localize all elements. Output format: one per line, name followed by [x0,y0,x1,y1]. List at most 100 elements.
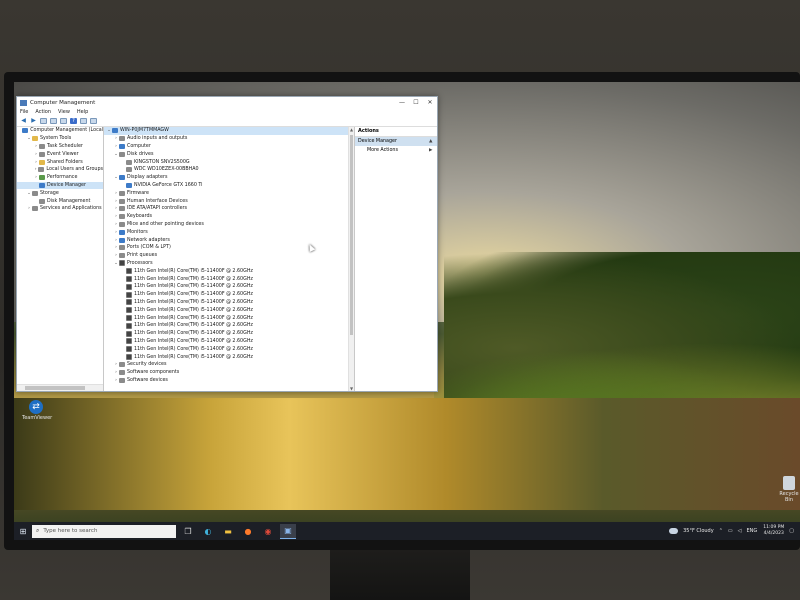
windows-start-icon[interactable]: ⊞ [14,527,32,536]
firefox-icon[interactable]: ● [240,524,256,538]
device-tree-row[interactable]: KINGSTON SNV2S500G [104,158,354,166]
console-tree-row[interactable]: › Performance [17,174,103,182]
notifications-icon[interactable]: ▢ [789,528,794,534]
scan-hardware-icon[interactable] [80,118,87,124]
console-tree-node-icon [39,151,45,157]
show-hide-tree-icon[interactable] [50,118,57,124]
help-icon[interactable]: ? [70,118,77,124]
device-scroll-thumb[interactable] [350,135,353,335]
computer-management-window[interactable]: Computer Management — ☐ ✕ File Action Vi… [16,96,438,392]
device-tree-row[interactable]: 11th Gen Intel(R) Core(TM) i5-11400F @ 2… [104,283,354,291]
device-tree-row[interactable]: › Keyboards [104,213,354,221]
desktop-icon-recycle-bin[interactable]: Recycle Bin [776,476,800,503]
device-tree-row[interactable]: › Software components [104,369,354,377]
device-tree-row[interactable]: 11th Gen Intel(R) Core(TM) i5-11400F @ 2… [104,345,354,353]
device-tree-row[interactable]: › Firmware [104,189,354,197]
device-tree-node-icon [126,330,132,337]
console-tree-row[interactable]: › Local Users and Groups [17,166,103,174]
console-tree-row[interactable]: Disk Management [17,197,103,205]
device-tree-row[interactable]: › Human Interface Devices [104,197,354,205]
device-tree-row[interactable]: › Audio inputs and outputs [104,135,354,143]
close-button[interactable]: ✕ [423,99,437,106]
device-tree-row[interactable]: ⌄ Processors [104,260,354,268]
language-indicator[interactable]: ENG [746,528,757,534]
device-tree-label: 11th Gen Intel(R) Core(TM) i5-11400F @ 2… [134,338,253,344]
device-tree-row[interactable]: ⌄ Disk drives [104,150,354,158]
back-arrow-icon[interactable]: ◀ [20,118,27,124]
console-tree-label: Task Scheduler [47,143,83,149]
up-level-icon[interactable] [40,118,47,124]
menu-file[interactable]: File [20,109,28,115]
console-tree-label: Storage [40,190,59,196]
device-tree-row[interactable]: › Print queues [104,252,354,260]
device-tree-row[interactable]: 11th Gen Intel(R) Core(TM) i5-11400F @ 2… [104,353,354,361]
actions-device-manager[interactable]: Device Manager ▲ [355,137,437,146]
device-tree-row[interactable]: › IDE ATA/ATAPI controllers [104,205,354,213]
scroll-up-icon[interactable]: ▲ [349,127,354,132]
device-tree-row[interactable]: NVIDIA GeForce GTX 1660 Ti [104,182,354,190]
left-scroll-thumb[interactable] [25,386,85,390]
menu-help[interactable]: Help [77,109,88,115]
device-tree-row[interactable]: 11th Gen Intel(R) Core(TM) i5-11400F @ 2… [104,314,354,322]
menu-action[interactable]: Action [35,109,51,115]
console-tree-row[interactable]: › Task Scheduler [17,143,103,151]
device-tree-row[interactable]: 11th Gen Intel(R) Core(TM) i5-11400F @ 2… [104,275,354,283]
device-tree-row[interactable]: 11th Gen Intel(R) Core(TM) i5-11400F @ 2… [104,322,354,330]
weather-text[interactable]: 35°F Cloudy [683,528,714,534]
weather-cloud-icon[interactable] [669,528,679,534]
taskbar-search-box[interactable]: ⌕ Type here to search [32,524,176,538]
device-tree-row[interactable]: › Mice and other pointing devices [104,221,354,229]
console-tree-row[interactable]: › Services and Applications [17,205,103,213]
device-tree-row[interactable]: 11th Gen Intel(R) Core(TM) i5-11400F @ 2… [104,299,354,307]
search-icon: ⌕ [36,527,40,534]
network-icon[interactable]: ▭ [728,528,733,534]
console-tree-row[interactable]: › Shared Folders [17,158,103,166]
desktop-icon-teamviewer[interactable]: ⇄ TeamViewer [22,400,52,421]
device-tree-row[interactable]: › Network adapters [104,236,354,244]
scroll-down-icon[interactable]: ▼ [349,386,354,391]
computer-management-icon[interactable]: ▣ [280,523,296,539]
device-tree-label: Computer [127,143,151,149]
device-tree-row[interactable]: 11th Gen Intel(R) Core(TM) i5-11400F @ 2… [104,291,354,299]
device-tree-row[interactable]: ⌄ WIN-P0JM7TMMAGW [104,127,354,135]
device-tree-row[interactable]: › Security devices [104,361,354,369]
minimize-button[interactable]: — [395,99,409,106]
device-tree-row[interactable]: › Ports (COM & LPT) [104,244,354,252]
device-tree-label: 11th Gen Intel(R) Core(TM) i5-11400F @ 2… [134,307,253,313]
volume-icon[interactable]: ◁ [738,528,742,534]
collapse-icon[interactable]: ▲ [429,137,437,146]
device-tree-label: Security devices [127,362,167,368]
view-icon[interactable] [90,118,97,124]
device-tree-row[interactable]: 11th Gen Intel(R) Core(TM) i5-11400F @ 2… [104,330,354,338]
device-tree-row[interactable]: › Software devices [104,377,354,385]
device-vertical-scrollbar[interactable]: ▲ ▼ [348,127,354,391]
console-tree-row[interactable]: › Event Viewer [17,150,103,158]
device-tree-label: Audio inputs and outputs [127,136,188,142]
desktop: ⇄ TeamViewer Recycle Bin Computer Manage… [14,82,800,540]
device-tree-row[interactable]: › Computer [104,143,354,151]
console-tree-row[interactable]: Computer Management (Local [17,127,103,135]
show-hidden-icons-icon[interactable]: ⌃ [719,528,723,534]
task-view-icon[interactable]: ❐ [180,524,196,538]
device-tree-row[interactable]: WDC WD10EZEX-00BBHA0 [104,166,354,174]
more-actions-item[interactable]: More Actions ▶ [355,146,437,155]
console-tree-row[interactable]: ⌄ Storage [17,189,103,197]
forward-arrow-icon[interactable]: ▶ [30,118,37,124]
device-tree-row[interactable]: 11th Gen Intel(R) Core(TM) i5-11400F @ 2… [104,306,354,314]
device-tree-row[interactable]: › Monitors [104,228,354,236]
maximize-button[interactable]: ☐ [409,99,423,106]
menu-view[interactable]: View [58,109,70,115]
device-tree-row[interactable]: 11th Gen Intel(R) Core(TM) i5-11400F @ 2… [104,267,354,275]
console-tree-row[interactable]: ⌄ System Tools [17,135,103,143]
file-explorer-icon[interactable]: ▬ [220,524,236,538]
device-tree-row[interactable]: ⌄ Display adapters [104,174,354,182]
chrome-icon[interactable]: ◉ [260,524,276,538]
left-horizontal-scrollbar[interactable] [17,384,103,391]
device-tree-node-icon [119,214,125,220]
device-tree-row[interactable]: 11th Gen Intel(R) Core(TM) i5-11400F @ 2… [104,338,354,346]
clock[interactable]: 11:09 PM 4/4/2023 [763,525,784,537]
properties-icon[interactable] [60,118,67,124]
console-tree-row[interactable]: Device Manager [17,181,103,190]
title-bar[interactable]: Computer Management — ☐ ✕ [17,97,437,108]
edge-icon[interactable]: ◐ [200,524,216,538]
